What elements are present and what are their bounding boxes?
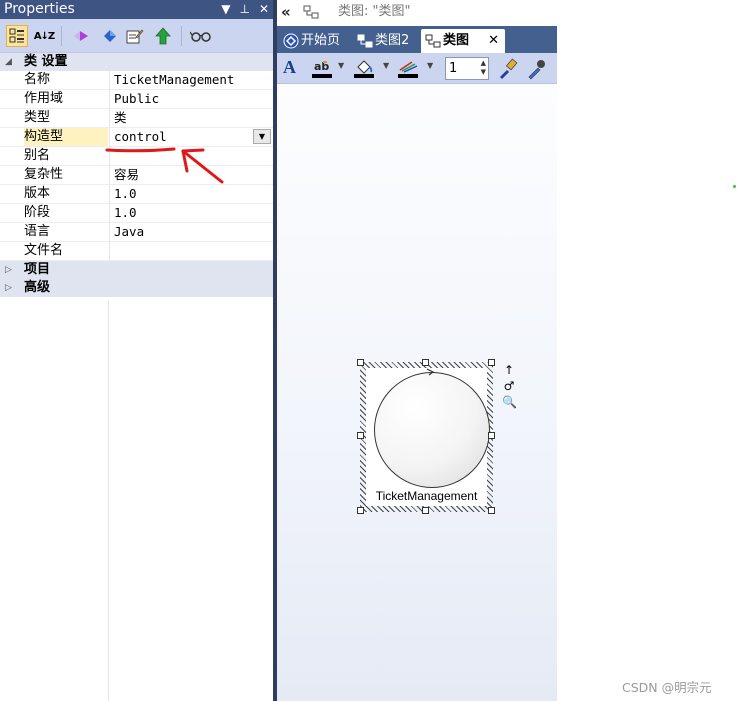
property-label: 别名: [24, 148, 51, 163]
class-element-name: TicketManagement: [375, 489, 478, 503]
spinner-arrows-icon[interactable]: ▲ ▼: [481, 59, 486, 77]
class-element-ticketmanagement[interactable]: TicketManagement: [360, 362, 493, 512]
property-label: 语言: [24, 224, 51, 239]
property-label: 阶段: [24, 205, 51, 220]
categorized-icon[interactable]: [6, 25, 28, 47]
element-icon[interactable]: [70, 25, 92, 47]
format-painter-icon[interactable]: [497, 58, 519, 80]
svg-text:ab: ab: [314, 60, 329, 73]
property-row-alias[interactable]: 别名: [0, 147, 273, 166]
line-color-button[interactable]: [397, 58, 419, 80]
property-value[interactable]: 类: [109, 109, 273, 127]
pin-icon[interactable]: ⊥: [239, 0, 249, 18]
glasses-icon[interactable]: [188, 25, 214, 47]
collapse-triangle-icon[interactable]: ◢: [5, 53, 12, 71]
tab-start-page[interactable]: 开始页: [279, 29, 349, 53]
diagram-header: « 类图: "类图": [277, 0, 557, 26]
property-value[interactable]: Java: [109, 223, 273, 241]
resize-handle[interactable]: [422, 359, 429, 366]
properties-title-bar: Properties ▼ ⊥ ✕: [0, 0, 273, 19]
resize-handle[interactable]: [422, 507, 429, 514]
class-diagram-icon: [303, 5, 319, 19]
eyedropper-icon[interactable]: [525, 58, 547, 80]
category-settings[interactable]: ◢ 类 设置: [0, 53, 273, 71]
tab-class-diagram-2[interactable]: 类图2: [353, 29, 419, 53]
close-icon[interactable]: ✕: [259, 0, 269, 18]
property-row-complexity[interactable]: 复杂性 容易: [0, 166, 273, 185]
property-row-version[interactable]: 版本 1.0: [0, 185, 273, 204]
quick-link-arrow-icon[interactable]: ↑: [502, 362, 516, 378]
control-arrowhead-icon: [426, 368, 435, 376]
property-value[interactable]: Public: [109, 90, 273, 108]
font-button[interactable]: A: [283, 57, 296, 79]
format-toolbar: A ab ▼ ▼ ▼ 1 ▲ ▼: [277, 53, 557, 84]
property-value[interactable]: 1.0: [109, 185, 273, 203]
property-value[interactable]: TicketManagement: [109, 71, 273, 89]
expand-triangle-icon[interactable]: ▷: [5, 279, 12, 297]
diagram-panel: « 类图: "类图" 开始页 类图2 类图 ✕ A ab ▼ ▼ ▼ 1 ▲ ▼: [277, 0, 557, 701]
category-advanced[interactable]: ▷ 高级: [0, 279, 273, 297]
property-label: 类型: [24, 110, 51, 125]
property-label: 名称: [24, 72, 51, 87]
class-diagram-icon: [425, 34, 441, 48]
property-label: 复杂性: [24, 167, 64, 182]
property-row-name[interactable]: 名称 TicketManagement: [0, 71, 273, 90]
green-dot: [733, 185, 736, 188]
zoom-icon[interactable]: 🔍: [502, 394, 517, 410]
up-arrow-icon[interactable]: [152, 25, 174, 47]
grid-column-divider: [108, 301, 109, 701]
property-row-type[interactable]: 类型 类: [0, 109, 273, 128]
edit-icon[interactable]: [124, 25, 146, 47]
property-row-phase[interactable]: 阶段 1.0: [0, 204, 273, 223]
property-value[interactable]: 容易: [109, 166, 273, 184]
stereotype-dropdown-button[interactable]: ▼: [253, 129, 271, 144]
dropdown-arrow-icon[interactable]: ▼: [338, 61, 344, 70]
property-label: 版本: [24, 186, 51, 201]
property-value[interactable]: [109, 242, 273, 260]
properties-toolbar: A↓Z: [0, 19, 273, 53]
control-circle-shape: [374, 372, 490, 488]
sort-az-icon[interactable]: A↓Z: [33, 25, 55, 47]
dropdown-menu-icon[interactable]: ▼: [221, 0, 230, 18]
properties-panel: Properties ▼ ⊥ ✕ A↓Z ◢ 类 设置 名称 TicketMan…: [0, 0, 273, 701]
property-value[interactable]: 1.0: [109, 204, 273, 222]
font-color-button[interactable]: ab: [311, 58, 333, 80]
diagram-tab-bar: 开始页 类图2 类图 ✕: [277, 26, 557, 53]
property-label: 作用域: [24, 91, 64, 106]
property-row-stereotype[interactable]: 构造型 control ▼: [0, 128, 273, 147]
gem-icon[interactable]: [99, 25, 121, 47]
fill-color-button[interactable]: [353, 58, 375, 80]
collapse-left-button[interactable]: «: [281, 0, 291, 24]
property-row-language[interactable]: 语言 Java: [0, 223, 273, 242]
property-row-scope[interactable]: 作用域 Public: [0, 90, 273, 109]
quick-link-gender-icon[interactable]: ♂: [502, 378, 516, 394]
watermark: CSDN @明宗元: [622, 680, 712, 695]
dropdown-arrow-icon[interactable]: ▼: [427, 61, 433, 70]
resize-handle[interactable]: [488, 432, 495, 439]
property-value[interactable]: [109, 147, 273, 165]
resize-handle[interactable]: [357, 507, 364, 514]
resize-handle[interactable]: [357, 359, 364, 366]
line-width-value: 1: [449, 61, 458, 76]
expand-triangle-icon[interactable]: ▷: [5, 261, 12, 279]
property-label: 构造型: [24, 128, 108, 146]
element-quick-tools: ↑ ♂ 🔍: [502, 362, 517, 410]
property-grid: ◢ 类 设置 名称 TicketManagement 作用域 Public 类型…: [0, 53, 273, 297]
property-label: 文件名: [24, 243, 64, 258]
resize-handle[interactable]: [488, 359, 495, 366]
class-diagram-icon: [357, 34, 373, 48]
property-row-filename[interactable]: 文件名: [0, 242, 273, 261]
close-tab-icon[interactable]: ✕: [488, 29, 499, 52]
diagram-title: 类图: "类图": [338, 4, 411, 19]
tab-class-diagram[interactable]: 类图 ✕: [421, 29, 505, 53]
category-project[interactable]: ▷ 项目: [0, 261, 273, 279]
resize-handle[interactable]: [488, 507, 495, 514]
line-width-spinner[interactable]: 1 ▲ ▼: [445, 57, 489, 80]
resize-handle[interactable]: [357, 432, 364, 439]
properties-title: Properties: [4, 1, 75, 17]
start-page-icon: [283, 33, 299, 49]
dropdown-arrow-icon[interactable]: ▼: [383, 61, 389, 70]
stereotype-value[interactable]: control: [109, 128, 273, 146]
